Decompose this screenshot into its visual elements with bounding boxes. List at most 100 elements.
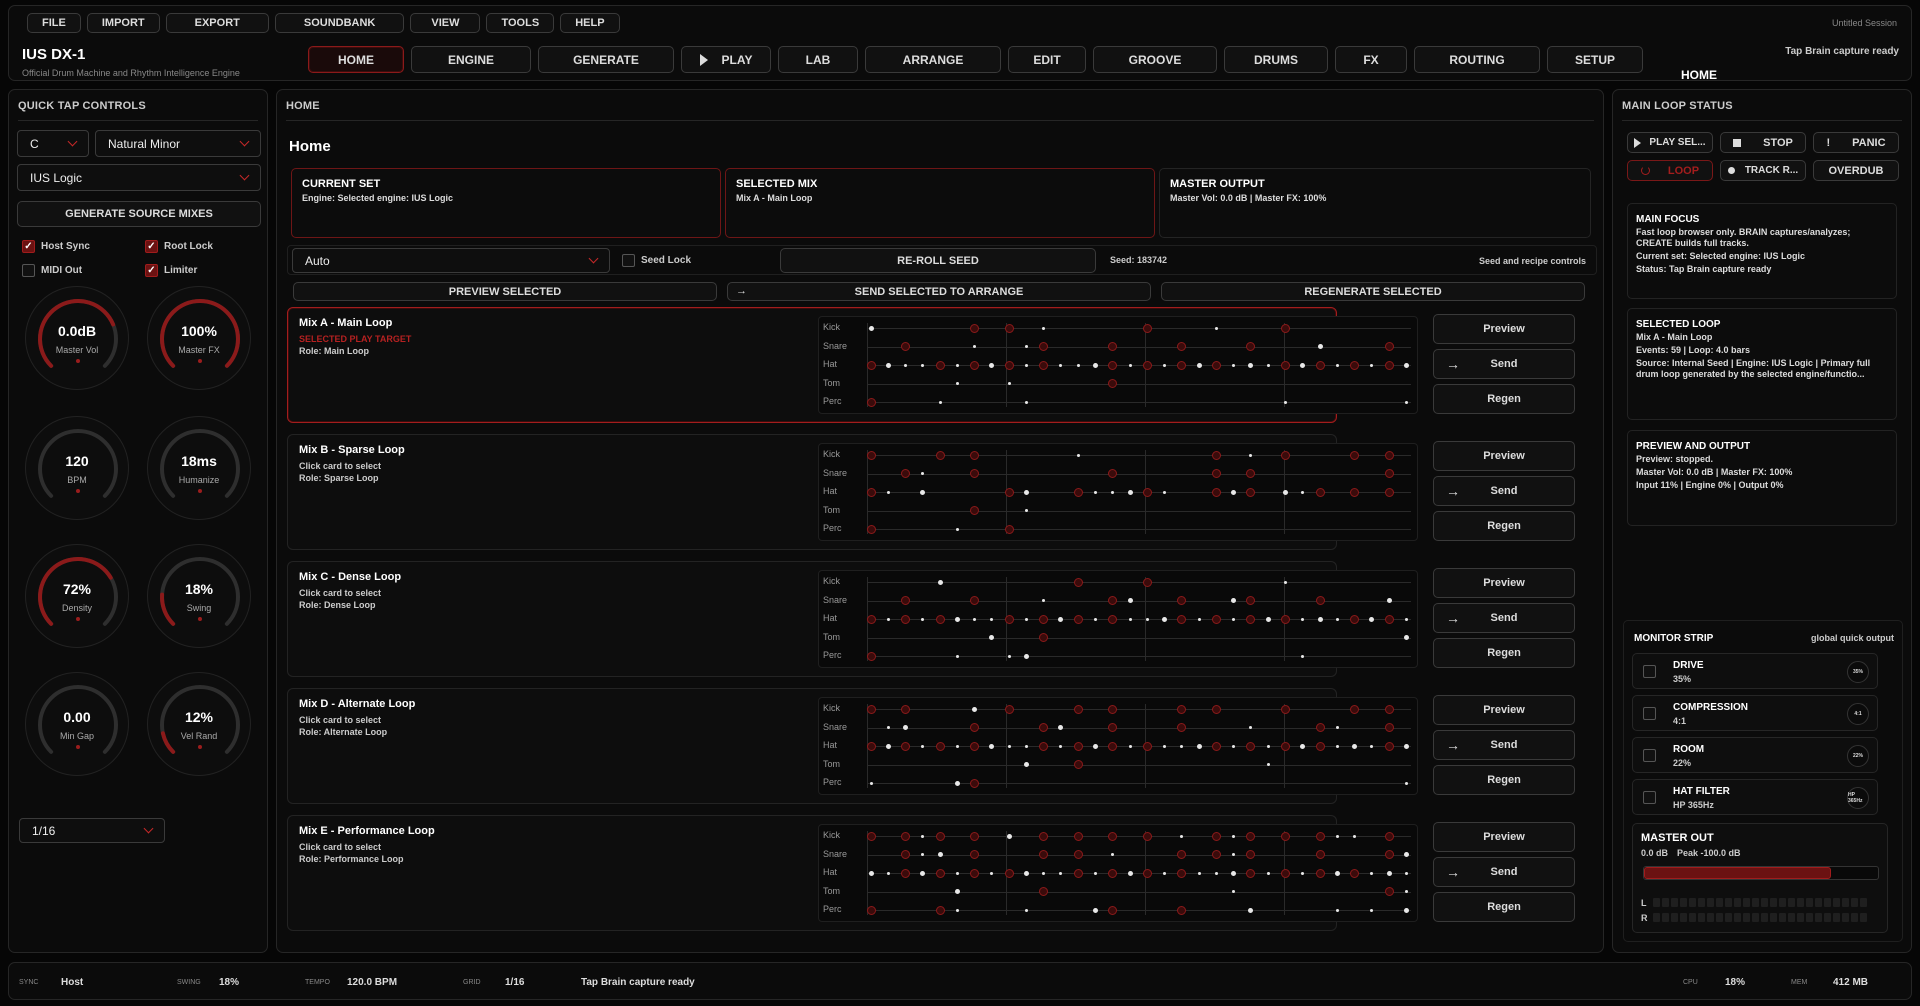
step-hit[interactable] [1335, 726, 1339, 729]
step-hit[interactable] [938, 400, 942, 404]
step-hit[interactable] [1211, 487, 1221, 497]
step-hit[interactable] [1039, 614, 1049, 624]
step-hit[interactable] [970, 741, 980, 751]
step-hit[interactable] [1280, 323, 1290, 333]
checkbox[interactable] [1643, 791, 1656, 804]
step-hit[interactable] [955, 527, 959, 531]
step-hit[interactable] [1007, 382, 1011, 385]
step-hit[interactable] [1386, 598, 1392, 603]
step-hit[interactable] [1403, 635, 1409, 640]
step-hit[interactable] [1211, 704, 1221, 714]
step-hit[interactable] [1384, 723, 1394, 732]
step-hit[interactable] [1162, 616, 1168, 622]
step-hit[interactable] [1073, 831, 1083, 841]
step-hit[interactable] [1094, 871, 1097, 875]
step-hit[interactable] [1039, 741, 1049, 751]
step-hit[interactable] [886, 871, 890, 875]
step-hit[interactable] [1142, 741, 1152, 751]
step-hit[interactable] [1384, 342, 1394, 351]
step-hit[interactable] [1403, 852, 1409, 857]
knob-vel-rand[interactable]: 12% Vel Rand [147, 672, 251, 776]
generate-source-mixes-button[interactable]: GENERATE SOURCE MIXES [17, 201, 261, 227]
step-hit[interactable] [1283, 580, 1287, 584]
step-hit[interactable] [1196, 743, 1202, 749]
regen-button[interactable]: Regen [1433, 384, 1575, 414]
step-hit[interactable] [1058, 616, 1064, 622]
step-hit[interactable] [1177, 342, 1187, 351]
step-hit[interactable] [1163, 363, 1167, 367]
step-hit[interactable] [886, 490, 890, 494]
step-hit[interactable] [901, 850, 911, 859]
step-hit[interactable] [1059, 871, 1063, 875]
step-hit[interactable] [1197, 871, 1201, 875]
step-hit[interactable] [1232, 363, 1236, 367]
step-hit[interactable] [1370, 871, 1374, 875]
step-hit[interactable] [1404, 617, 1408, 621]
step-hit[interactable] [935, 450, 945, 460]
step-hit[interactable] [1111, 490, 1115, 494]
step-hit[interactable] [1073, 850, 1083, 859]
step-hit[interactable] [1142, 831, 1152, 841]
step-hit[interactable] [901, 469, 911, 478]
step-hit[interactable] [1108, 741, 1118, 751]
step-hit[interactable] [1093, 907, 1098, 913]
menu-export[interactable]: EXPORT [165, 13, 269, 33]
preview-button[interactable]: Preview [1433, 695, 1575, 725]
step-hit[interactable] [1350, 704, 1360, 714]
step-hit[interactable] [1370, 908, 1374, 912]
step-hit[interactable] [1350, 868, 1360, 878]
step-hit[interactable] [935, 360, 945, 370]
step-hit[interactable] [1108, 469, 1118, 478]
step-hit[interactable] [1004, 704, 1014, 714]
step-hit[interactable] [990, 871, 994, 875]
step-hit[interactable] [866, 704, 876, 714]
step-hit[interactable] [1108, 704, 1118, 714]
regen-button[interactable]: Regen [1433, 892, 1575, 922]
step-hit[interactable] [1211, 614, 1221, 624]
step-hit[interactable] [935, 868, 945, 878]
step-hit[interactable] [1370, 744, 1374, 748]
send-button[interactable]: → Send [1433, 476, 1575, 506]
step-hit[interactable] [1350, 487, 1360, 497]
step-hit[interactable] [1335, 834, 1339, 838]
step-hit[interactable] [1059, 744, 1063, 748]
preview-button[interactable]: Preview [1433, 441, 1575, 471]
step-hit[interactable] [1384, 360, 1394, 370]
step-hit[interactable] [1280, 450, 1290, 460]
step-hit[interactable] [1403, 362, 1409, 368]
step-hit[interactable] [1282, 489, 1288, 495]
step-hit[interactable] [935, 831, 945, 841]
tab-routing[interactable]: ROUTING [1414, 46, 1540, 73]
step-hit[interactable] [1004, 360, 1014, 370]
step-hit[interactable] [1111, 853, 1115, 856]
step-hit[interactable] [1004, 524, 1014, 534]
step-hit[interactable] [1246, 868, 1256, 878]
step-hit[interactable] [1127, 489, 1133, 495]
step-hit[interactable] [1180, 744, 1184, 748]
step-hit[interactable] [1350, 450, 1360, 460]
step-hit[interactable] [989, 743, 995, 749]
step-hit[interactable] [1042, 599, 1046, 602]
step-hit[interactable] [1266, 763, 1270, 766]
step-hit[interactable] [1315, 723, 1325, 732]
regen-button[interactable]: Regen [1433, 765, 1575, 795]
step-hit[interactable] [954, 780, 960, 786]
track-record-button[interactable]: TRACK R... [1720, 160, 1806, 181]
step-hit[interactable] [935, 905, 945, 915]
step-hit[interactable] [1128, 617, 1132, 621]
menu-soundbank[interactable]: SOUNDBANK [274, 13, 405, 33]
step-hit[interactable] [955, 382, 959, 385]
step-hit[interactable] [1370, 363, 1374, 367]
step-hit[interactable] [1108, 342, 1118, 351]
step-hit[interactable] [970, 723, 980, 732]
step-hit[interactable] [954, 616, 960, 622]
step-hit[interactable] [1280, 868, 1290, 878]
step-hit[interactable] [1384, 450, 1394, 460]
step-hit[interactable] [1023, 762, 1029, 767]
tab-play[interactable]: PLAY [681, 46, 771, 73]
step-hit[interactable] [955, 363, 959, 367]
reroll-seed-button[interactable]: RE-ROLL SEED [780, 248, 1096, 273]
step-hit[interactable] [1283, 400, 1287, 404]
step-hit[interactable] [1128, 744, 1132, 748]
step-hit[interactable] [1404, 400, 1408, 404]
